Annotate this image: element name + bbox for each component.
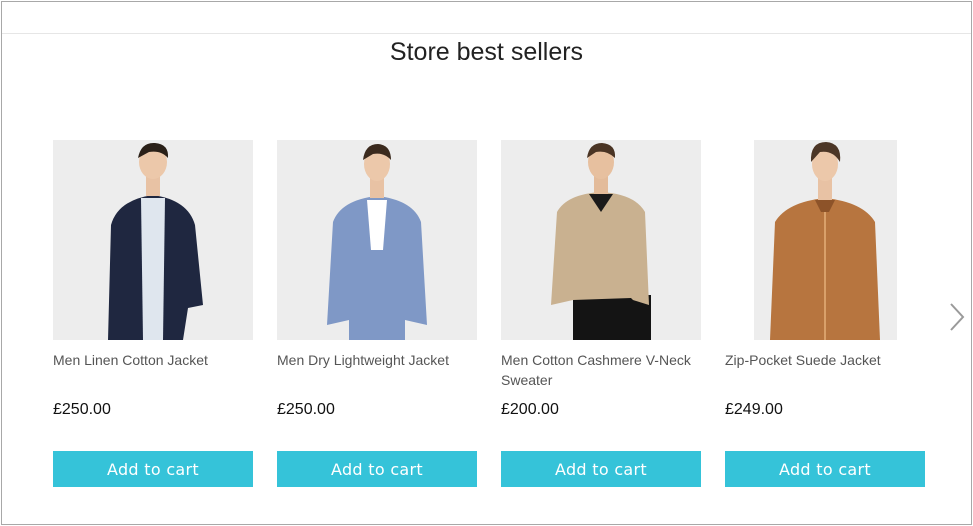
product-photo xyxy=(53,140,253,340)
add-to-cart-button[interactable]: Add to cart xyxy=(277,451,477,487)
product-price: £250.00 xyxy=(277,401,335,418)
product-price: £249.00 xyxy=(725,401,783,418)
best-sellers-widget: Store best sellers Men Linen Cotton Jack… xyxy=(1,1,972,525)
chevron-right-icon[interactable] xyxy=(943,300,969,334)
section-title: Store best sellers xyxy=(389,38,584,66)
add-to-cart-button[interactable]: Add to cart xyxy=(501,451,701,487)
add-to-cart-button[interactable]: Add to cart xyxy=(725,451,925,487)
product-image[interactable] xyxy=(725,140,925,340)
product-price: £250.00 xyxy=(53,401,111,418)
product-name[interactable]: Men Dry Lightweight Jacket xyxy=(277,350,477,370)
product-name[interactable]: Men Cotton Cashmere V-Neck Sweater xyxy=(501,350,701,390)
product-image[interactable] xyxy=(277,140,477,340)
product-photo xyxy=(501,140,701,340)
product-name[interactable]: Zip-Pocket Suede Jacket xyxy=(725,350,925,370)
product-image[interactable] xyxy=(501,140,701,340)
product-photo xyxy=(277,140,477,340)
product-name[interactable]: Men Linen Cotton Jacket xyxy=(53,350,253,370)
product-photo xyxy=(725,140,925,340)
divider xyxy=(2,33,971,34)
product-image[interactable] xyxy=(53,140,253,340)
product-price: £200.00 xyxy=(501,401,559,418)
add-to-cart-button[interactable]: Add to cart xyxy=(53,451,253,487)
